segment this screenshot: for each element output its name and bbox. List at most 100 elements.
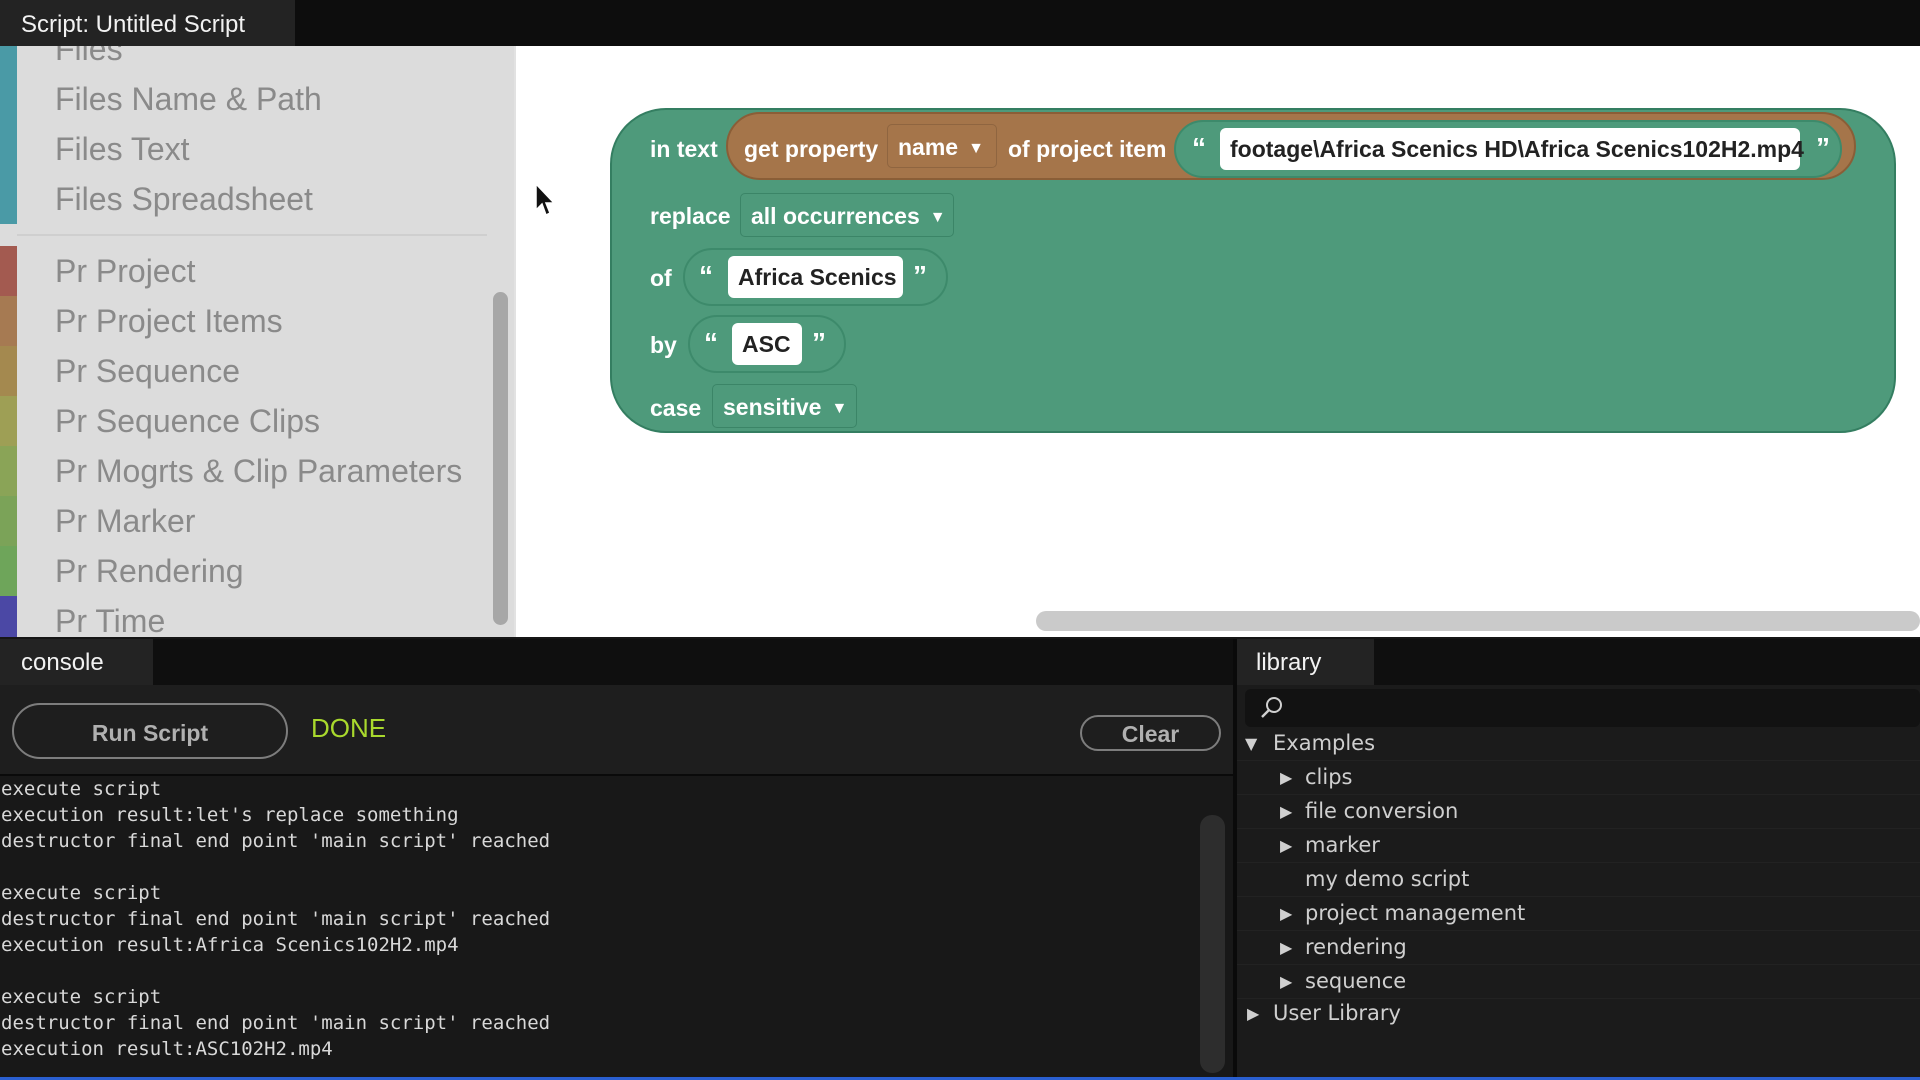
console-line: destructor final end point 'main script'… <box>1 830 551 852</box>
tree-item-label: project management <box>1305 901 1526 925</box>
category-color-swatch <box>0 496 17 546</box>
category-files[interactable]: Files <box>0 46 487 74</box>
chevron-right-icon: ▶ <box>1280 836 1293 855</box>
category-files-spreadsheet[interactable]: Files Spreadsheet <box>0 174 487 224</box>
tree-folder-examples[interactable]: ▼ Examples <box>1237 727 1920 761</box>
category-color-swatch <box>0 74 17 124</box>
get-property-label: get property <box>744 136 879 162</box>
case-dropdown-value: sensitive <box>723 394 822 420</box>
library-search-input[interactable] <box>1289 693 1913 725</box>
category-label: Pr Project Items <box>55 303 283 339</box>
category-pr-sequence-clips[interactable]: Pr Sequence Clips <box>0 396 487 446</box>
tree-folder-file-conversion[interactable]: ▶ file conversion <box>1237 795 1920 829</box>
category-color-swatch <box>0 596 17 637</box>
category-pr-marker[interactable]: Pr Marker <box>0 496 487 546</box>
category-label: Pr Mogrts & Clip Parameters <box>55 453 463 489</box>
window-title: Script: Untitled Script <box>21 11 246 38</box>
category-files-text[interactable]: Files Text <box>0 124 487 174</box>
console-line: destructor final end point 'main script'… <box>1 908 551 930</box>
sidebar-scrollbar-thumb[interactable] <box>493 292 508 625</box>
chevron-right-icon: ▶ <box>1280 972 1293 991</box>
console-tabbar: console <box>0 639 1233 685</box>
chevron-down-icon: ▼ <box>1245 734 1258 753</box>
tree-folder-marker[interactable]: ▶ marker <box>1237 829 1920 863</box>
category-files-name-path[interactable]: Files Name & Path <box>0 74 487 124</box>
tree-folder-label: User Library <box>1273 1001 1401 1025</box>
console-output[interactable]: execute script execution result:let's re… <box>0 776 1200 1080</box>
category-pr-time[interactable]: Pr Time <box>0 596 487 637</box>
open-quote-icon: “ <box>704 327 718 358</box>
console-scrollbar-thumb[interactable] <box>1200 815 1225 1073</box>
category-color-swatch <box>0 396 17 446</box>
tree-item-label: file conversion <box>1305 799 1459 823</box>
console-line: execute script <box>1 986 162 1008</box>
tab-console[interactable]: console <box>0 639 153 685</box>
chevron-right-icon: ▶ <box>1280 938 1293 957</box>
run-script-button[interactable]: Run Script <box>12 703 288 759</box>
replacement-text-field[interactable]: ASC <box>732 323 802 365</box>
tree-item-label: marker <box>1305 833 1380 857</box>
search-text-field[interactable]: Africa Scenics <box>728 256 903 298</box>
tree-folder-sequence[interactable]: ▶ sequence <box>1237 965 1920 999</box>
by-label: by <box>650 332 677 358</box>
replacement-text-block[interactable]: “ ASC ” <box>688 315 846 373</box>
category-pr-rendering[interactable]: Pr Rendering <box>0 546 487 596</box>
close-quote-icon: ” <box>812 327 826 358</box>
tab-console-label: console <box>21 649 104 676</box>
category-pr-project-items[interactable]: Pr Project Items <box>0 296 487 346</box>
property-dropdown-value: name <box>898 134 959 160</box>
tree-folder-clips[interactable]: ▶ clips <box>1237 761 1920 795</box>
search-text-block[interactable]: “ Africa Scenics ” <box>683 248 948 306</box>
tree-item-label: rendering <box>1305 935 1407 959</box>
chevron-right-icon: ▶ <box>1280 768 1293 787</box>
console-line: execute script <box>1 778 162 800</box>
library-search[interactable] <box>1245 689 1920 727</box>
console-line: destructor final end point 'main script'… <box>1 1012 551 1034</box>
category-color-swatch <box>0 174 17 224</box>
dropdown-arrow-icon: ▼ <box>831 399 848 417</box>
category-label: Pr Sequence Clips <box>55 403 321 439</box>
of-project-item-label: of project item <box>1008 136 1167 162</box>
item-path-text-block[interactable]: “ footage\Africa Scenics HD\Africa Sceni… <box>1174 120 1842 178</box>
category-label: Pr Project <box>55 253 196 289</box>
console-panel: console Run Script DONE Clear execute sc… <box>0 639 1233 1080</box>
case-dropdown[interactable]: sensitive ▼ <box>712 384 857 428</box>
category-color-swatch <box>0 446 17 496</box>
console-line: execution result:let's replace something <box>1 804 459 826</box>
chevron-right-icon: ▶ <box>1280 802 1293 821</box>
tab-library[interactable]: library <box>1237 639 1374 685</box>
open-quote-icon: “ <box>699 260 713 291</box>
replace-mode-dropdown[interactable]: all occurrences ▼ <box>740 193 954 237</box>
replace-label: replace <box>650 203 731 229</box>
category-pr-mogrts-clip-parameters[interactable]: Pr Mogrts & Clip Parameters <box>0 446 487 496</box>
console-line: execution result:Africa Scenics102H2.mp4 <box>1 934 459 956</box>
case-label: case <box>650 395 702 421</box>
tree-folder-project-management[interactable]: ▶ project management <box>1237 897 1920 931</box>
tree-folder-user-library[interactable]: ▶ User Library <box>1237 997 1920 1030</box>
category-label: Files <box>55 46 123 67</box>
tree-item-my-demo-script[interactable]: my demo script <box>1237 863 1920 897</box>
dropdown-arrow-icon: ▼ <box>929 208 946 226</box>
window-title-tab[interactable]: Script: Untitled Script <box>0 0 295 46</box>
in-text-label: in text <box>650 136 718 162</box>
category-pr-project[interactable]: Pr Project <box>0 246 487 296</box>
property-dropdown[interactable]: name ▼ <box>887 124 997 168</box>
clear-button[interactable]: Clear <box>1080 715 1221 751</box>
item-path-field[interactable]: footage\Africa Scenics HD\Africa Scenics… <box>1220 128 1804 170</box>
category-label: Files Name & Path <box>55 81 322 117</box>
category-separator <box>0 224 487 246</box>
workspace-horizontal-scrollbar[interactable] <box>1036 611 1920 631</box>
dropdown-arrow-icon: ▼ <box>968 139 984 157</box>
category-sidebar: Files Files Name & Path Files Text Files… <box>0 46 487 637</box>
category-pr-sequence[interactable]: Pr Sequence <box>0 346 487 396</box>
category-color-swatch <box>0 346 17 396</box>
title-bar: Script: Untitled Script <box>0 0 1920 46</box>
category-label: Pr Sequence <box>55 353 241 389</box>
category-color-swatch <box>0 246 17 296</box>
close-quote-icon: ” <box>913 260 927 291</box>
open-quote-icon: “ <box>1192 132 1206 163</box>
tree-folder-rendering[interactable]: ▶ rendering <box>1237 931 1920 965</box>
search-icon <box>1261 697 1282 718</box>
close-quote-icon: ” <box>1816 132 1830 163</box>
tree-item-label: my demo script <box>1305 867 1470 891</box>
